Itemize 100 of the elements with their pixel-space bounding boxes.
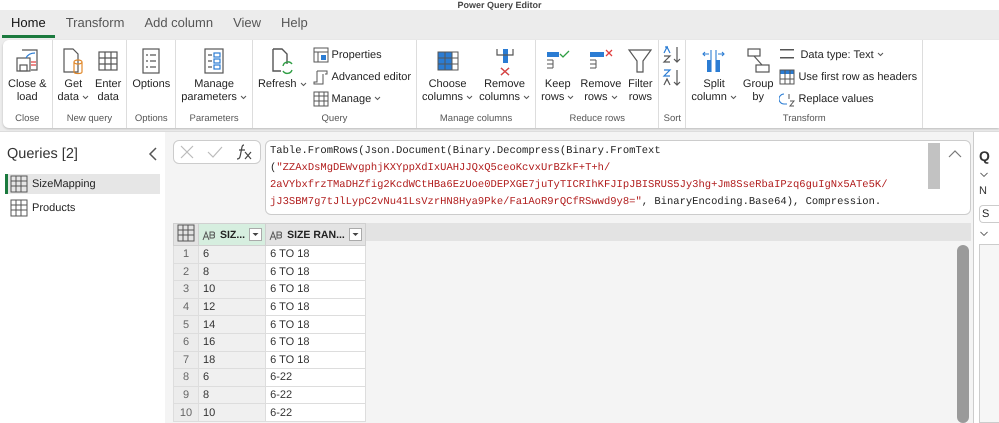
window-title: Power Query Editor (457, 0, 542, 10)
table-cell: 6 TO 18 (266, 298, 366, 316)
ribbon-button[interactable]: Choose columns (420, 44, 476, 113)
caret-icon (82, 95, 90, 100)
table-cell: 6-22 (266, 368, 366, 386)
ribbon-button[interactable]: Keep rows (539, 44, 576, 113)
table-icon (779, 68, 796, 84)
caret-icon (240, 95, 247, 100)
table-cell: 8 (198, 263, 266, 281)
table-cell: 12 (198, 298, 266, 316)
table-icon (10, 175, 28, 193)
table-cell: 6 TO 18 (266, 351, 366, 369)
dropdown-button[interactable] (348, 228, 362, 241)
caret-icon (523, 95, 530, 100)
table-cell: 6-22 (266, 404, 366, 422)
table-cell: 6 (198, 368, 266, 386)
table-icon (177, 224, 195, 242)
formula-editor[interactable] (265, 140, 971, 215)
table-cell: 10 (198, 280, 266, 298)
row-number: 3 (174, 280, 198, 298)
replace-icon (779, 90, 796, 106)
ribbon-button[interactable]: Data type: Text (777, 44, 920, 65)
ribbon-button[interactable]: Enter data (93, 44, 124, 113)
table-cell: 10 (198, 404, 266, 422)
group-label: Transform (782, 113, 827, 126)
function-icon[interactable] (236, 144, 254, 160)
scrollbar-thumb[interactable] (928, 143, 940, 189)
scroll-icon (312, 68, 329, 84)
group-label: Query (320, 113, 348, 126)
table-cell: 18 (198, 351, 266, 369)
caret-icon (567, 95, 574, 100)
ribbon-button[interactable]: Remove rows (578, 44, 624, 113)
ribbon-button[interactable]: Options (130, 44, 172, 113)
name-field[interactable]: S (979, 205, 999, 224)
ribbon-tab[interactable]: View (224, 10, 270, 38)
table-icon (312, 90, 329, 106)
row-number: 8 (174, 368, 198, 386)
ribbon-button[interactable]: Group by (740, 44, 776, 113)
table-cell: 6-22 (266, 386, 366, 404)
group-label: Options (134, 113, 169, 126)
caret-icon (610, 95, 618, 100)
column-header[interactable]: SIZ... (198, 224, 266, 246)
collapse-icon[interactable] (948, 149, 962, 159)
table-menu[interactable] (174, 224, 198, 246)
query-item[interactable]: Products (5, 198, 160, 218)
row-number: 2 (174, 263, 198, 281)
caret-icon (876, 52, 884, 57)
code-line: jJ3SBM7g7tJlLypC2vNu41LsVzrHN8Hya9Pke/Fa1AoR9rQCfRSwwd9y8=", BinaryEncoding.Base64), Compression. (270, 195, 882, 210)
caret-icon (300, 82, 307, 87)
ribbon-tab[interactable]: Help (272, 10, 317, 38)
row-number: 6 (174, 333, 198, 352)
group-label: Manage columns (438, 113, 514, 126)
ribbon-button[interactable]: Filter rows (625, 44, 656, 113)
table-cell: 14 (198, 316, 266, 334)
table-icon (10, 199, 28, 217)
chevron-icon[interactable] (979, 231, 989, 236)
caret-icon (374, 96, 382, 101)
group-label: Close (14, 113, 40, 126)
field-label: N (979, 185, 987, 198)
column-header[interactable]: SIZE RAN... (266, 224, 366, 246)
ribbon-button[interactable]: Remove columns (477, 44, 532, 113)
row-number: 7 (174, 351, 198, 369)
ribbon-button[interactable]: Get data (56, 44, 92, 113)
ribbon-button[interactable]: Refresh (256, 44, 309, 113)
ribbon-button[interactable]: Manage parameters (179, 44, 249, 113)
row-number: 4 (174, 298, 198, 316)
ribbon-button[interactable]: Split column (689, 44, 739, 113)
ribbon-tab[interactable]: Add column (135, 10, 222, 38)
group-label: New query (66, 113, 114, 126)
chevron-icon[interactable] (979, 172, 989, 178)
collapse-icon[interactable] (148, 147, 158, 161)
row-number: 10 (174, 404, 198, 422)
text-type-icon (202, 228, 216, 240)
table-cell: 8 (198, 386, 266, 404)
row-number: 1 (174, 246, 198, 264)
pane-title: Q (979, 148, 990, 164)
check-icon[interactable] (206, 146, 223, 158)
ribbon-button[interactable]: Close & load (6, 44, 49, 113)
ribbon-tab[interactable]: Transform (56, 10, 134, 38)
ribbon-button[interactable]: Replace values (777, 88, 920, 109)
ribbon-button[interactable]: Use first row as headers (777, 66, 920, 87)
ribbon-button[interactable]: Advanced editor (310, 66, 414, 87)
query-item[interactable]: SizeMapping (5, 174, 160, 194)
group-label: Reduce rows (568, 113, 626, 126)
table-cell: 16 (198, 333, 266, 352)
group-label: Sort (662, 113, 682, 126)
table-cell: 6 TO 18 (266, 333, 366, 352)
row-number: 9 (174, 386, 198, 404)
row-number: 5 (174, 316, 198, 334)
code-line: 2aVYbxfrzTMaDHZfig2KcdWCtHBa6EzUoe0DEPXGE7juTyTICRIhKFJIpJBISRUS5Jy3hg+Jm8SseRbaIPzq6guIgNx5ATe5K/ (270, 178, 889, 193)
dropdown-button[interactable] (249, 228, 262, 241)
table-cell: 6 TO 18 (266, 316, 366, 334)
pane-title: Queries [2] (7, 146, 78, 162)
code-line: ("ZZAxDsMgDEWvgphjKXYppXdIxUAHJJQxQ5ceoKcvxUrBZkF+T+h/ (270, 161, 612, 176)
ribbon-button[interactable]: Properties (310, 44, 414, 65)
caret-icon (730, 95, 737, 100)
properties-icon (312, 46, 329, 62)
ribbon-button[interactable]: Manage (310, 88, 414, 109)
table-cell: 6 TO 18 (266, 280, 366, 298)
scrollbar-thumb[interactable] (957, 244, 969, 423)
